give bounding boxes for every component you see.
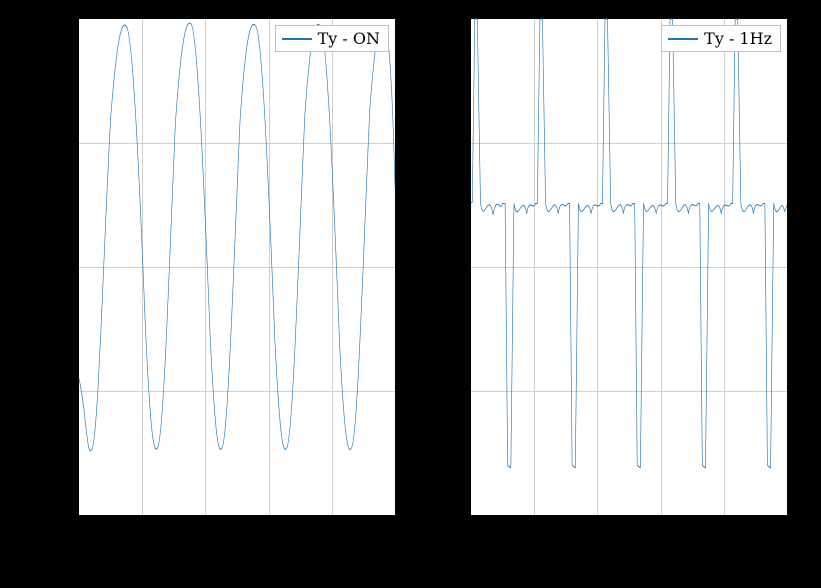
xlabel-left: t[s] xyxy=(222,546,253,567)
legend-swatch xyxy=(282,38,312,40)
xtick-label: 3 xyxy=(656,522,666,541)
ytick-label: 50 xyxy=(444,133,464,152)
trace-ty-1hz xyxy=(471,19,787,515)
xtick-label: 1 xyxy=(137,522,147,541)
ytick-label: -100 xyxy=(36,507,72,526)
ytick-label: 0 xyxy=(454,258,464,277)
legend-label: Ty - ON xyxy=(318,29,380,48)
ytick-label: -100 xyxy=(428,507,464,526)
xtick-label: 1 xyxy=(529,522,539,541)
legend-right: Ty - 1Hz xyxy=(661,25,781,52)
ytick-label: -50 xyxy=(438,382,464,401)
xtick-label: 4 xyxy=(719,522,729,541)
xlabel-right: t[s] xyxy=(614,546,645,567)
xtick-label: 5 xyxy=(391,522,401,541)
ytick-label: 100 xyxy=(433,9,464,28)
trace-ty-on xyxy=(79,19,395,515)
ylabel-left: torque [Nm] xyxy=(12,210,33,323)
legend-left: Ty - ON xyxy=(275,25,389,52)
xtick-label: 0 xyxy=(73,522,83,541)
legend-label: Ty - 1Hz xyxy=(704,29,772,48)
xtick-label: 5 xyxy=(783,522,793,541)
xtick-label: 0 xyxy=(465,522,475,541)
ytick-label: -50 xyxy=(46,382,72,401)
axes-left: Ty - ON xyxy=(78,18,396,516)
legend-swatch xyxy=(668,38,698,40)
ytick-label: 0 xyxy=(62,258,72,277)
xtick-label: 2 xyxy=(200,522,210,541)
ytick-label: 100 xyxy=(41,9,72,28)
ylabel-right: torque [Nm] xyxy=(406,210,427,323)
axes-right: Ty - 1Hz xyxy=(470,18,788,516)
xtick-label: 2 xyxy=(592,522,602,541)
ytick-label: 50 xyxy=(52,133,72,152)
xtick-label: 4 xyxy=(327,522,337,541)
xtick-label: 3 xyxy=(264,522,274,541)
